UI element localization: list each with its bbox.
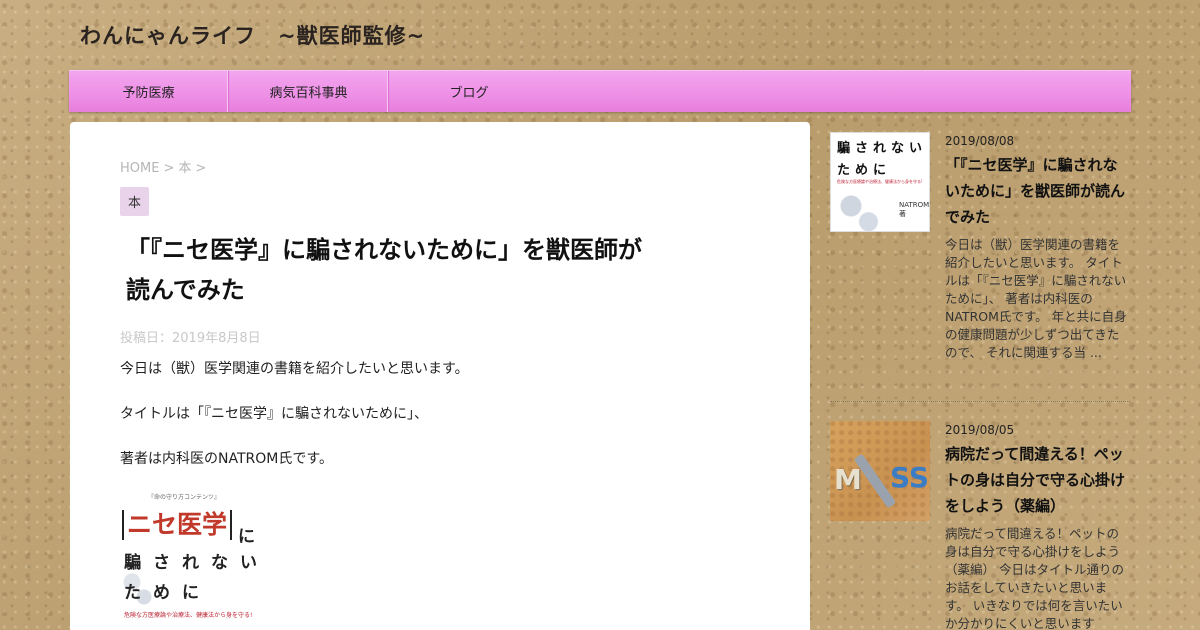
post-paragraph: 今日は（獣）医学関連の書籍を紹介したいと思います。 (120, 361, 469, 377)
breadcrumb-separator: > (195, 161, 207, 176)
book-cover-image[interactable]: 『命の守り方コンテンツ』 ニセ医学 に 騙されない ために 危険な方医療論や治療… (120, 492, 270, 630)
thumb-letter: SS (890, 461, 930, 494)
breadcrumb: HOME > 本 > (120, 157, 210, 176)
book-cover-subtitle: 危険な方医療論や治療法、健康法から身を守る! (124, 612, 253, 619)
post-date: 投稿日：2019年8月8日 (120, 331, 261, 346)
sidebar-post[interactable]: 騙されない ために 危険な方医療論や治療法、健康法から身を守る! NATROM著… (830, 132, 1130, 402)
book-cover-ni: に (238, 527, 255, 547)
breadcrumb-separator: > (163, 161, 175, 176)
thumb-letter: M (834, 463, 862, 496)
thumb-text: 騙されない (837, 141, 928, 156)
sidebar-post-title[interactable]: 病院だって間違える！ペットの身は自分で守る心掛けをしよう（薬編） (945, 441, 1125, 519)
sidebar-post-excerpt: 病院だって間違える！ペットの身は自分で守る心掛けをしよう（薬編） 今日はタイトル… (945, 526, 1124, 630)
book-cover-title: ニセ医学 (122, 510, 233, 540)
thumb-author: NATROM著 (899, 201, 930, 218)
post-paragraph: タイトルは「『ニセ医学』に騙されないために」、 (120, 406, 428, 422)
sidebar-post-thumbnail[interactable]: 騙されない ために 危険な方医療論や治療法、健康法から身を守る! NATROM著 (830, 132, 930, 232)
sidebar-post-date: 2019/08/05 (945, 423, 1015, 437)
site-title[interactable]: わんにゃんライフ ~獣医師監修~ (80, 20, 425, 50)
thumb-decoration (831, 188, 881, 231)
sidebar-post-thumbnail[interactable]: M SS (830, 421, 930, 521)
book-cover-line2: 騙されない (124, 553, 269, 573)
thumb-text: 危険な方医療論や治療法、健康法から身を守る! (837, 179, 923, 184)
post-title: 「『ニセ医学』に騙されないために」を獣医師が 読んでみた (126, 230, 756, 310)
nav-item-disease-encyclopedia[interactable]: 病気百科事典 (229, 71, 389, 112)
book-cover-top-text: 『命の守り方コンテンツ』 (148, 494, 221, 501)
breadcrumb-home[interactable]: HOME (120, 161, 159, 176)
breadcrumb-category[interactable]: 本 (178, 161, 191, 176)
post-paragraph: 著者は内科医のNATROM氏です。 (120, 451, 333, 467)
post-title-line1: 「『ニセ医学』に騙されないために」を獣医師が (126, 236, 642, 264)
nav-item-prevention[interactable]: 予防医療 (69, 71, 229, 112)
global-nav: 予防医療 病気百科事典 ブログ (69, 70, 1131, 112)
sidebar-post-title[interactable]: 「『ニセ医学』に騙されないために」を獣医師が読んでみた (945, 152, 1125, 230)
nav-item-blog[interactable]: ブログ (389, 71, 549, 112)
sidebar-post-excerpt: 今日は（獣）医学関連の書籍を紹介したいと思います。 タイトルは「『ニセ医学』に騙… (945, 237, 1127, 360)
category-badge[interactable]: 本 (120, 187, 149, 216)
post-title-line2: 読んでみた (126, 276, 245, 304)
book-cover-line3: ために (124, 583, 211, 603)
sidebar-post[interactable]: M SS 2019/08/05 病院だって間違える！ペットの身は自分で守る心掛け… (830, 421, 1130, 630)
main-content: HOME > 本 > 本 「『ニセ医学』に騙されないために」を獣医師が 読んでみた 投… (70, 122, 810, 630)
sidebar-post-date: 2019/08/08 (945, 134, 1015, 148)
thumb-text: ために (837, 163, 892, 178)
